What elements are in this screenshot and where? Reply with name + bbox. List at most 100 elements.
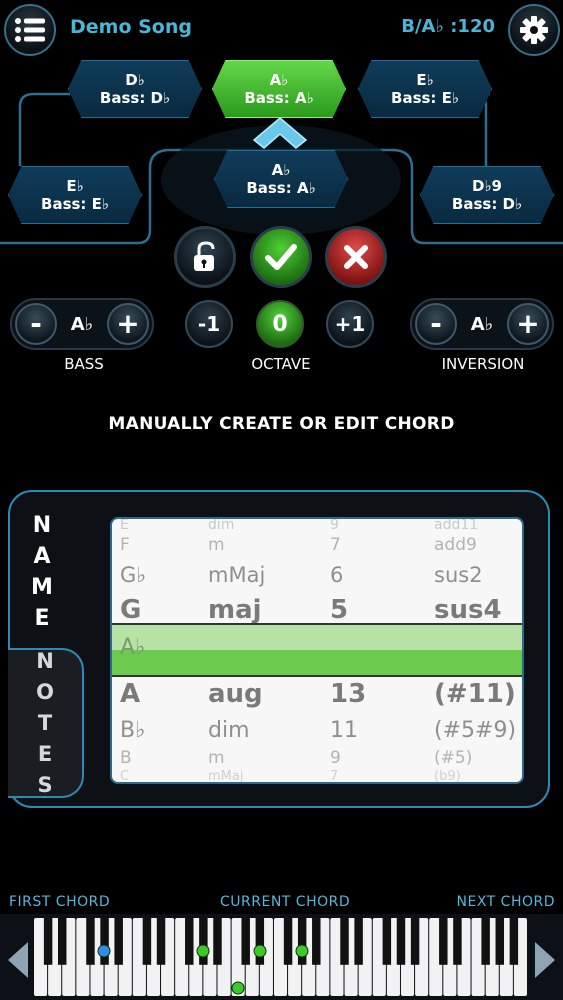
- chord-name: D♭: [125, 71, 145, 89]
- chord-bass: Bass: A♭: [246, 179, 316, 197]
- octave-up-button[interactable]: +1: [326, 300, 374, 348]
- chord-tile-current[interactable]: A♭ Bass: A♭: [212, 60, 346, 118]
- scroll-left-arrow-icon[interactable]: [8, 942, 28, 978]
- gear-icon: [520, 16, 548, 44]
- inversion-decrement-button[interactable]: -: [415, 303, 457, 345]
- picker-selection-band[interactable]: A♭: [112, 623, 522, 677]
- black-key[interactable]: [57, 918, 67, 965]
- black-key[interactable]: [213, 918, 222, 965]
- confirm-button[interactable]: [250, 226, 312, 288]
- chord-tile-next[interactable]: E♭ Bass: E♭: [358, 60, 492, 118]
- chord-bass: Bass: E♭: [41, 195, 109, 213]
- chord-name: A♭: [271, 161, 291, 179]
- black-key[interactable]: [495, 918, 505, 965]
- tab-name-letter: E: [34, 606, 50, 631]
- inversion-stepper: - A♭ +: [410, 298, 554, 350]
- black-key[interactable]: [354, 918, 363, 965]
- first-chord-label[interactable]: FIRST CHORD: [9, 894, 110, 910]
- black-key[interactable]: [255, 918, 265, 965]
- chord-tile-option-right[interactable]: D♭9 Bass: D♭: [420, 166, 554, 224]
- picker-row[interactable]: A aug 13 (#11): [112, 676, 522, 712]
- bass-increment-button[interactable]: +: [106, 303, 149, 345]
- tab-name-letter: N: [32, 513, 52, 538]
- picker-row[interactable]: B m 9 (#5): [112, 745, 522, 771]
- chord-name: E♭: [66, 177, 84, 195]
- picker-row[interactable]: F m 7 add9: [112, 531, 522, 559]
- black-key[interactable]: [410, 918, 420, 965]
- piano-keyboard-bar: [0, 914, 563, 1000]
- black-key[interactable]: [396, 918, 406, 965]
- inversion-increment-button[interactable]: +: [506, 303, 549, 345]
- black-key[interactable]: [100, 918, 109, 965]
- note-marker: [97, 944, 111, 958]
- black-key[interactable]: [439, 918, 448, 965]
- black-key[interactable]: [86, 918, 95, 965]
- scroll-right-arrow-icon[interactable]: [535, 942, 555, 978]
- chord-bass: Bass: D♭: [99, 89, 171, 107]
- black-key[interactable]: [283, 918, 293, 965]
- checkmark-icon: [265, 244, 297, 270]
- piano-keyboard[interactable]: [34, 918, 528, 996]
- black-key[interactable]: [297, 918, 307, 965]
- black-key[interactable]: [481, 918, 490, 965]
- black-key[interactable]: [43, 918, 53, 965]
- chord-name: E♭: [416, 71, 434, 89]
- bass-value: A♭: [70, 313, 94, 335]
- picker-row[interactable]: B♭ dim 11 (#5#9): [112, 712, 522, 748]
- tab-notes-letter: T: [37, 710, 53, 735]
- black-key[interactable]: [199, 918, 208, 965]
- header: Demo Song B/A♭ :120: [0, 0, 563, 60]
- octave-value[interactable]: 0: [256, 300, 304, 348]
- note-marker: [196, 944, 210, 958]
- current-chord-label[interactable]: CURRENT CHORD: [220, 894, 350, 910]
- tab-notes[interactable]: N O T E S: [8, 648, 84, 798]
- chord-bass: Bass: A♭: [244, 89, 314, 107]
- black-key[interactable]: [453, 918, 462, 965]
- chord-name: D♭9: [472, 177, 502, 195]
- black-key[interactable]: [312, 918, 321, 965]
- note-marker: [253, 944, 267, 958]
- bass-decrement-button[interactable]: -: [15, 303, 57, 345]
- chord-tile-option-center[interactable]: A♭ Bass: A♭: [214, 150, 348, 208]
- chord-tile-option-left[interactable]: E♭ Bass: E♭: [8, 166, 142, 224]
- chord-picker-wheel[interactable]: E dim 9 add11 F m 7 add9 G♭ mMaj 6 sus2 …: [110, 517, 524, 784]
- tab-notes-letter: O: [36, 679, 54, 704]
- tab-name[interactable]: N A M E: [8, 490, 76, 654]
- note-marker: [295, 944, 309, 958]
- unlock-icon: [194, 241, 215, 271]
- next-chord-label[interactable]: NEXT CHORD: [457, 894, 556, 910]
- menu-button[interactable]: [4, 4, 56, 56]
- black-key[interactable]: [382, 918, 392, 965]
- picker-row[interactable]: E dim 9 add11: [112, 519, 522, 533]
- chord-bass: Bass: D♭: [451, 195, 523, 213]
- selected-root: A♭: [120, 635, 146, 660]
- picker-row[interactable]: C mMaj 7 (b9): [112, 769, 522, 783]
- black-key[interactable]: [241, 918, 250, 965]
- chevron-up-icon: [252, 117, 308, 149]
- cancel-button[interactable]: [325, 226, 387, 288]
- instruction-text: MANUALLY CREATE OR EDIT CHORD: [108, 414, 455, 434]
- octave-down-button[interactable]: -1: [185, 300, 233, 348]
- black-key[interactable]: [156, 918, 166, 965]
- key-tempo-readout[interactable]: B/A♭ :120: [401, 16, 495, 37]
- black-key[interactable]: [114, 918, 123, 965]
- list-menu-icon: [15, 18, 45, 42]
- x-icon: [344, 245, 368, 269]
- chord-name: A♭: [269, 71, 289, 89]
- tab-notes-letter: N: [36, 648, 54, 673]
- black-key[interactable]: [185, 918, 194, 965]
- song-title[interactable]: Demo Song: [70, 16, 192, 38]
- chord-tile-prev[interactable]: D♭ Bass: D♭: [68, 60, 202, 118]
- lock-button[interactable]: [174, 226, 236, 288]
- picker-row[interactable]: G♭ mMaj 6 sus2: [112, 557, 522, 593]
- tab-name-letter: M: [31, 575, 53, 600]
- octave-label: OCTAVE: [251, 355, 311, 373]
- settings-button[interactable]: [508, 4, 560, 56]
- tab-name-letter: A: [33, 544, 51, 569]
- black-key[interactable]: [509, 918, 519, 965]
- black-key[interactable]: [340, 918, 349, 965]
- black-key[interactable]: [142, 918, 152, 965]
- note-marker: [231, 981, 245, 995]
- bass-stepper: - A♭ +: [10, 298, 154, 350]
- tab-notes-letter: S: [37, 772, 53, 797]
